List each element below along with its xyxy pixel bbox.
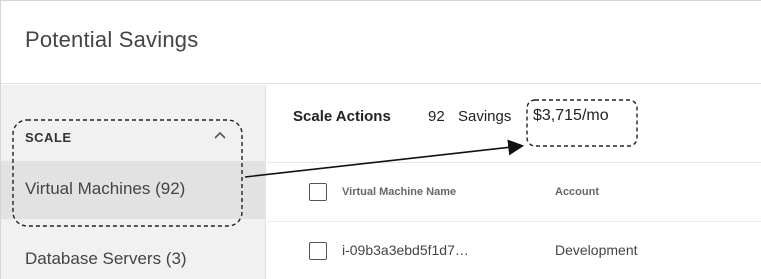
savings-label: Savings: [458, 108, 512, 125]
app-frame: Potential Savings SCALE Virtual Machines…: [0, 0, 761, 279]
sidebar-item-database-servers[interactable]: Database Servers (3): [1, 231, 266, 279]
table-header: Virtual Machine Name Account: [267, 164, 761, 222]
cell-vm-name: i-09b3a3ebd5f1d7…: [342, 242, 469, 258]
page-title: Potential Savings: [25, 27, 199, 52]
select-all-checkbox[interactable]: [309, 183, 327, 201]
sidebar-item-label: Database Servers (3): [25, 249, 187, 268]
group-label-scale: SCALE: [25, 130, 72, 145]
row-checkbox[interactable]: [309, 242, 327, 260]
actions-toolbar: Scale Actions 92 Savings $3,715/mo: [267, 85, 761, 163]
sidebar: SCALE Virtual Machines (92) Database Ser…: [1, 85, 266, 279]
page-header: Potential Savings: [1, 1, 761, 84]
sidebar-item-label: Virtual Machines (92): [25, 179, 186, 198]
chevron-up-icon[interactable]: [209, 124, 231, 146]
column-header-name[interactable]: Virtual Machine Name: [342, 186, 456, 198]
table-row[interactable]: i-09b3a3ebd5f1d7… Development: [267, 223, 761, 279]
scale-actions-label: Scale Actions: [293, 108, 391, 125]
savings-value: $3,715/mo: [533, 107, 609, 124]
column-header-account[interactable]: Account: [555, 186, 599, 198]
scale-actions-count: 92: [428, 108, 445, 125]
main-panel: Scale Actions 92 Savings $3,715/mo Virtu…: [267, 85, 761, 279]
sidebar-item-virtual-machines[interactable]: Virtual Machines (92): [1, 161, 266, 219]
cell-account: Development: [555, 242, 638, 258]
